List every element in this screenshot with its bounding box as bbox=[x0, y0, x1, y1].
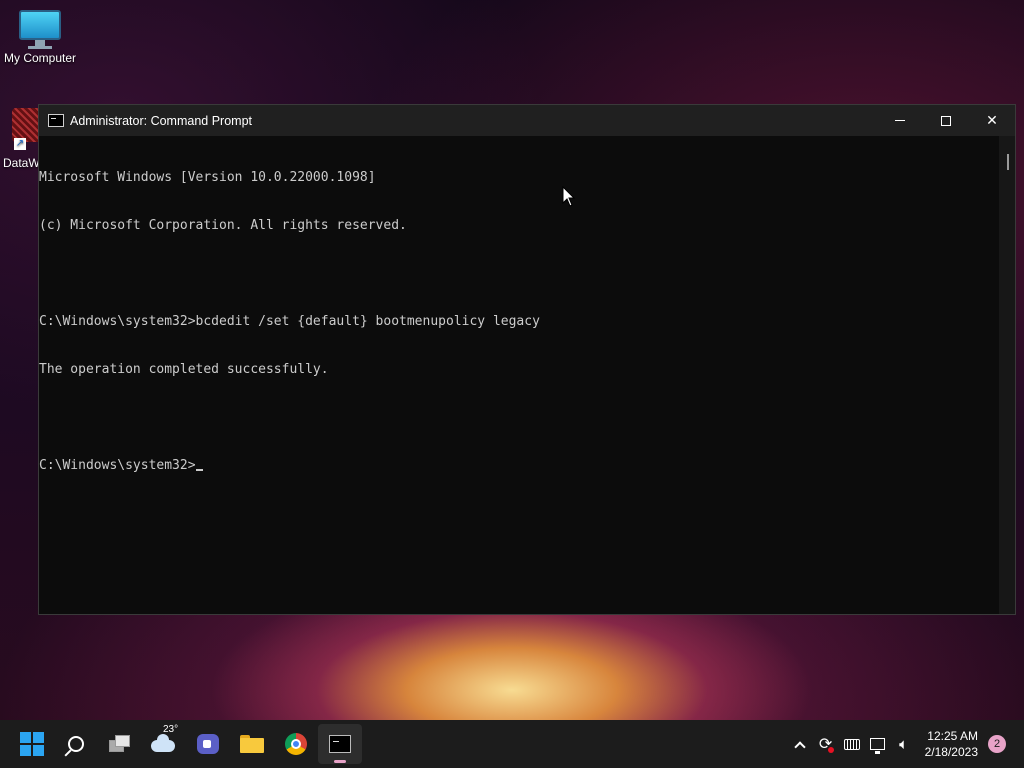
scrollbar-thumb[interactable] bbox=[1007, 154, 1009, 170]
console-prompt: C:\Windows\system32> bbox=[39, 458, 196, 473]
task-view-icon bbox=[109, 735, 131, 753]
cmd-icon bbox=[329, 735, 351, 753]
weather-widget[interactable]: 23° bbox=[142, 724, 186, 764]
weather-temperature: 23° bbox=[163, 724, 179, 735]
sync-status-button[interactable]: ⟳ bbox=[813, 729, 839, 759]
clock-date: 2/18/2023 bbox=[924, 745, 978, 759]
meet-icon bbox=[197, 734, 219, 754]
system-tray: ⟳ 🔈︎ 12:25 AM 2/18/2023 2 bbox=[787, 720, 1024, 768]
console-line: Microsoft Windows [Version 10.0.22000.10… bbox=[39, 170, 376, 185]
console-output[interactable]: Microsoft Windows [Version 10.0.22000.10… bbox=[39, 136, 999, 614]
start-button[interactable] bbox=[10, 724, 54, 764]
volume-button[interactable]: 🔈︎ bbox=[891, 729, 917, 759]
console-line: (c) Microsoft Corporation. All rights re… bbox=[39, 218, 407, 233]
speaker-icon: 🔈︎ bbox=[899, 735, 909, 753]
close-icon: ✕ bbox=[986, 112, 998, 128]
keyboard-icon bbox=[843, 738, 860, 750]
mouse-pointer-icon bbox=[562, 186, 576, 207]
minimize-icon bbox=[895, 120, 905, 121]
clock[interactable]: 12:25 AM 2/18/2023 bbox=[925, 728, 978, 760]
close-button[interactable]: ✕ bbox=[969, 105, 1015, 136]
search-button[interactable] bbox=[54, 724, 98, 764]
cloud-icon: 23° bbox=[149, 724, 179, 756]
text-cursor bbox=[195, 469, 203, 471]
window-titlebar[interactable]: Administrator: Command Prompt ✕ bbox=[39, 105, 1015, 136]
maximize-button[interactable] bbox=[923, 105, 969, 136]
chrome-icon bbox=[285, 733, 307, 755]
windows-logo-icon bbox=[20, 732, 44, 756]
cmd-icon bbox=[48, 114, 64, 127]
console-line: C:\Windows\system32>bcdedit /set {defaul… bbox=[39, 314, 540, 329]
chrome-button[interactable] bbox=[274, 724, 318, 764]
search-icon bbox=[68, 736, 84, 752]
teams-chat-button[interactable] bbox=[186, 724, 230, 764]
taskbar: 23° ⟳ 🔈︎ 12:25 AM 2/18/2023 2 bbox=[0, 720, 1024, 768]
network-icon bbox=[870, 738, 886, 754]
maximize-icon bbox=[941, 115, 951, 126]
chevron-up-icon bbox=[793, 740, 806, 753]
network-button[interactable] bbox=[865, 729, 891, 759]
desktop-icon-dataw[interactable]: ↗ DataW bbox=[2, 108, 42, 170]
sync-icon: ⟳ bbox=[818, 736, 835, 753]
desktop-icon-label: My Computer bbox=[3, 51, 77, 65]
notification-badge[interactable]: 2 bbox=[988, 735, 1006, 753]
clock-time: 12:25 AM bbox=[927, 729, 978, 743]
keyboard-button[interactable] bbox=[839, 729, 865, 759]
window-title: Administrator: Command Prompt bbox=[70, 113, 253, 128]
task-view-button[interactable] bbox=[98, 724, 142, 764]
minimize-button[interactable] bbox=[877, 105, 923, 136]
command-prompt-taskbar-button[interactable] bbox=[318, 724, 362, 764]
folder-icon bbox=[240, 735, 264, 753]
desktop-icon-my-computer[interactable]: My Computer bbox=[0, 10, 80, 65]
console-line: The operation completed successfully. bbox=[39, 362, 329, 377]
shortcut-arrow-icon: ↗ bbox=[14, 138, 26, 150]
command-prompt-window[interactable]: Administrator: Command Prompt ✕ Microsof… bbox=[38, 104, 1016, 615]
show-hidden-icons-button[interactable] bbox=[787, 729, 813, 759]
console-prompt-line[interactable]: C:\Windows\system32> bbox=[39, 458, 999, 474]
desktop-icon-label: DataW bbox=[3, 156, 40, 170]
file-explorer-button[interactable] bbox=[230, 724, 274, 764]
vertical-scrollbar[interactable] bbox=[999, 136, 1015, 614]
monitor-icon bbox=[19, 10, 61, 47]
